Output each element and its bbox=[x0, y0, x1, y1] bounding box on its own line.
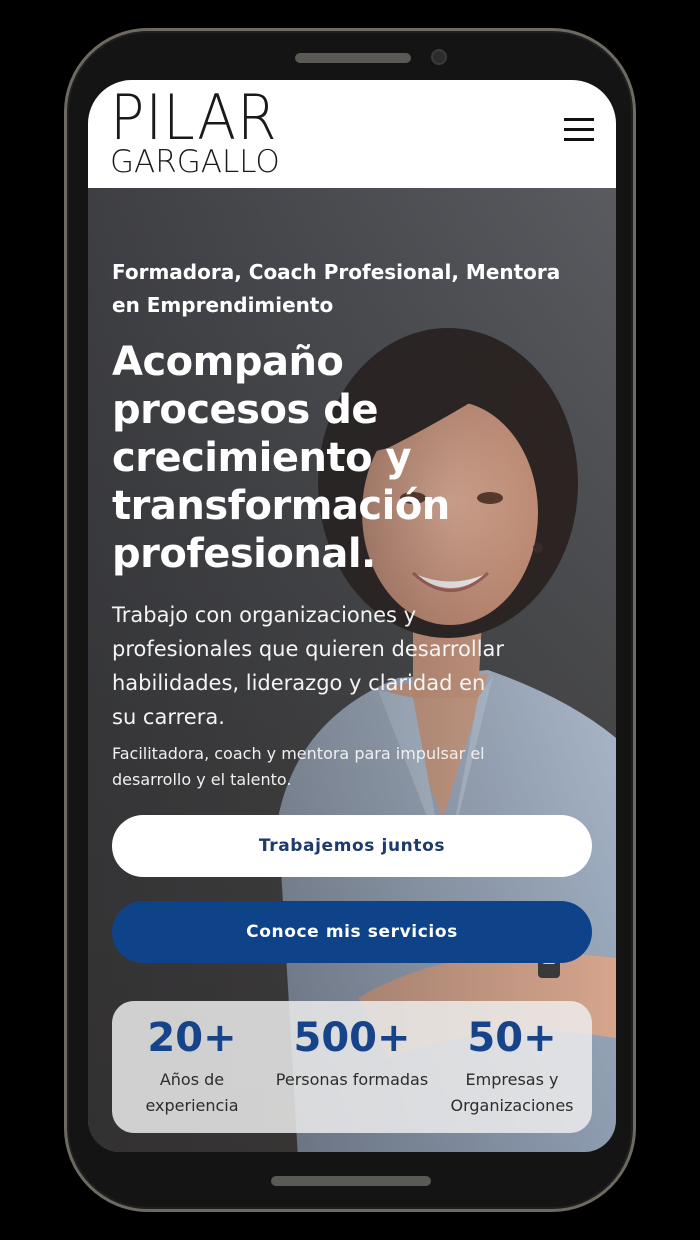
site-header: PILAR GARGALLO bbox=[88, 80, 616, 188]
stat-value: 500+ bbox=[293, 1015, 411, 1061]
hero-section: Formadora, Coach Profesional, Mentora en… bbox=[88, 188, 616, 1152]
logo-first-name: PILAR bbox=[110, 81, 278, 154]
site-logo[interactable]: PILAR GARGALLO bbox=[110, 81, 292, 179]
hero-small-text: Facilitadora, coach y mentora para impul… bbox=[112, 744, 485, 789]
stat-people-trained: 500+ Personas formadas bbox=[272, 1001, 432, 1133]
services-button[interactable]: Conoce mis servicios bbox=[112, 901, 592, 963]
speaker-grille bbox=[295, 53, 411, 63]
stat-experience: 20+ Años de experiencia bbox=[112, 1001, 272, 1133]
hero-headline: Acompaño procesos de crecimiento y trans… bbox=[112, 339, 450, 577]
phone-screen: PILAR GARGALLO Formadora, Coach Profesio… bbox=[88, 80, 616, 1152]
hamburger-menu-icon[interactable] bbox=[564, 118, 594, 142]
phone-device-frame: PILAR GARGALLO Formadora, Coach Profesio… bbox=[64, 28, 636, 1212]
stat-value: 20+ bbox=[147, 1015, 237, 1061]
stat-label: Años de experiencia bbox=[145, 1070, 239, 1115]
home-indicator bbox=[271, 1176, 431, 1186]
stat-label: Empresas y Organizaciones bbox=[450, 1070, 574, 1115]
hero-lead-text: Trabajo con organizaciones y profesional… bbox=[112, 603, 505, 729]
work-together-button[interactable]: Trabajemos juntos bbox=[112, 815, 592, 877]
stat-label: Personas formadas bbox=[275, 1070, 429, 1089]
front-camera bbox=[431, 49, 447, 65]
hero-subtitle: Formadora, Coach Profesional, Mentora en… bbox=[112, 260, 561, 317]
stat-organizations: 50+ Empresas y Organizaciones bbox=[432, 1001, 592, 1133]
stat-value: 50+ bbox=[467, 1015, 557, 1061]
stats-panel: 20+ Años de experiencia 500+ Personas fo… bbox=[112, 1001, 592, 1133]
